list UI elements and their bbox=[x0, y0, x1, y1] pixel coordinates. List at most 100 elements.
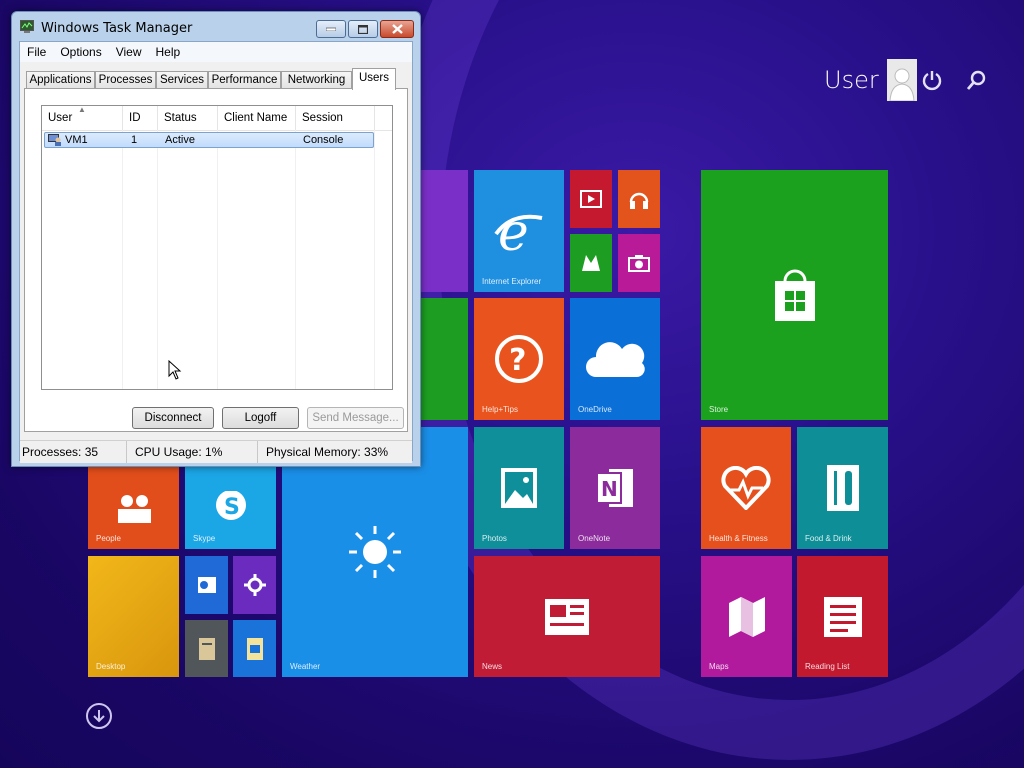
tile-video[interactable] bbox=[570, 170, 612, 228]
tile-camera[interactable] bbox=[618, 234, 660, 292]
tile-photos[interactable]: Photos bbox=[474, 427, 564, 549]
tile-help-tips[interactable]: ? Help+Tips bbox=[474, 298, 564, 420]
tab-performance[interactable]: Performance bbox=[208, 71, 281, 89]
window-title: Windows Task Manager bbox=[41, 21, 193, 36]
column-client-name[interactable]: Client Name bbox=[218, 106, 296, 130]
close-button[interactable] bbox=[380, 20, 414, 38]
all-apps-arrow-icon[interactable] bbox=[86, 703, 112, 729]
tile-calendar-small[interactable] bbox=[233, 620, 276, 677]
column-divider bbox=[295, 130, 296, 389]
menu-file[interactable]: File bbox=[20, 42, 53, 62]
tab-networking[interactable]: Networking bbox=[281, 71, 352, 89]
food-icon bbox=[825, 463, 861, 513]
column-divider bbox=[217, 130, 218, 389]
tile-label: Photos bbox=[482, 534, 507, 543]
column-status[interactable]: Status bbox=[158, 106, 218, 130]
tab-applications[interactable]: Applications bbox=[26, 71, 95, 89]
column-divider bbox=[157, 130, 158, 389]
tile-label: Food & Drink bbox=[805, 534, 852, 543]
tile-music[interactable] bbox=[618, 170, 660, 228]
table-row[interactable]: VM1 1 Active Console bbox=[44, 132, 374, 148]
task-manager-icon bbox=[20, 20, 34, 33]
tile-skype[interactable]: S Skype bbox=[185, 467, 276, 549]
list-header: User ▲ ID Status Client Name Session bbox=[42, 106, 392, 131]
tile-files-small[interactable] bbox=[185, 620, 228, 677]
title-bar[interactable]: Windows Task Manager bbox=[12, 12, 420, 40]
tile-label: Skype bbox=[193, 534, 216, 543]
tile-onedrive[interactable]: OneDrive bbox=[570, 298, 660, 420]
files-icon bbox=[198, 637, 216, 661]
column-divider bbox=[374, 130, 375, 389]
maximize-button[interactable] bbox=[348, 20, 378, 38]
minimize-icon bbox=[326, 27, 336, 31]
mouse-cursor-icon bbox=[168, 359, 182, 380]
maximize-icon bbox=[358, 24, 368, 34]
column-user-label: User bbox=[48, 112, 73, 124]
outlook-icon bbox=[196, 574, 218, 596]
camera-icon bbox=[628, 254, 650, 272]
send-message-button[interactable]: Send Message... bbox=[307, 407, 404, 429]
menu-help[interactable]: Help bbox=[149, 42, 188, 62]
power-icon[interactable] bbox=[918, 66, 946, 94]
skype-icon: S bbox=[211, 491, 251, 525]
menu-view[interactable]: View bbox=[109, 42, 149, 62]
minimize-button[interactable] bbox=[316, 20, 346, 38]
cell-user: VM1 bbox=[65, 134, 88, 146]
tile-label: Reading List bbox=[805, 662, 850, 671]
users-tab-panel: User ▲ ID Status Client Name Session VM1… bbox=[24, 88, 408, 432]
status-processes: Processes: 35 bbox=[20, 441, 127, 463]
sun-icon bbox=[347, 524, 403, 580]
tile-food-drink[interactable]: Food & Drink bbox=[797, 427, 888, 549]
task-manager-client: File Options View Help Applications Proc… bbox=[19, 41, 413, 463]
menu-options[interactable]: Options bbox=[53, 42, 108, 62]
tab-services[interactable]: Services bbox=[156, 71, 208, 89]
video-icon bbox=[580, 190, 602, 208]
disconnect-button[interactable]: Disconnect bbox=[132, 407, 214, 429]
tile-store[interactable]: Store bbox=[701, 170, 888, 420]
svg-text:N: N bbox=[601, 477, 618, 501]
tile-label: Weather bbox=[290, 662, 321, 671]
svg-text:?: ? bbox=[509, 343, 526, 378]
tile-reading-list[interactable]: Reading List bbox=[797, 556, 888, 677]
close-icon bbox=[391, 24, 403, 34]
people-icon bbox=[112, 493, 156, 523]
question-icon: ? bbox=[494, 334, 544, 384]
tile-label: OneNote bbox=[578, 534, 611, 543]
tab-users[interactable]: Users bbox=[352, 68, 396, 90]
tile-label: OneDrive bbox=[578, 405, 612, 414]
column-session[interactable]: Session bbox=[296, 106, 375, 130]
user-computer-icon bbox=[48, 134, 62, 146]
tile-people[interactable]: People bbox=[88, 467, 179, 549]
tile-outlook-small[interactable] bbox=[185, 556, 228, 614]
tile-label: Desktop bbox=[96, 662, 126, 671]
task-manager-window[interactable]: Windows Task Manager File Options View H… bbox=[11, 11, 421, 467]
reading-icon bbox=[822, 595, 864, 639]
tile-internet-explorer[interactable]: e Internet Explorer bbox=[474, 170, 564, 292]
calendar-icon bbox=[246, 637, 264, 661]
logoff-button[interactable]: Logoff bbox=[222, 407, 299, 429]
start-user-name: User bbox=[824, 66, 879, 94]
tab-processes[interactable]: Processes bbox=[95, 71, 156, 89]
users-list[interactable]: User ▲ ID Status Client Name Session VM1… bbox=[41, 105, 393, 390]
heart-icon bbox=[721, 466, 771, 510]
tile-desktop[interactable]: Desktop bbox=[88, 556, 179, 677]
cell-id: 1 bbox=[131, 134, 138, 146]
column-divider bbox=[122, 130, 123, 389]
tile-label: Maps bbox=[709, 662, 729, 671]
tile-health-fitness[interactable]: Health & Fitness bbox=[701, 427, 791, 549]
column-id[interactable]: ID bbox=[123, 106, 158, 130]
start-user-area[interactable]: User bbox=[824, 58, 917, 102]
tile-label: Help+Tips bbox=[482, 405, 518, 414]
gamepad-icon bbox=[580, 253, 602, 273]
search-icon[interactable] bbox=[962, 66, 990, 94]
headphones-icon bbox=[628, 188, 650, 210]
tile-news[interactable]: News bbox=[474, 556, 660, 677]
tile-onenote[interactable]: N OneNote bbox=[570, 427, 660, 549]
sort-ascending-icon: ▲ bbox=[78, 105, 86, 114]
photo-icon bbox=[499, 466, 539, 510]
column-user[interactable]: User ▲ bbox=[42, 106, 123, 130]
tile-settings-small[interactable] bbox=[233, 556, 276, 614]
tile-games[interactable] bbox=[570, 234, 612, 292]
tile-maps[interactable]: Maps bbox=[701, 556, 792, 677]
svg-text:S: S bbox=[224, 495, 240, 520]
